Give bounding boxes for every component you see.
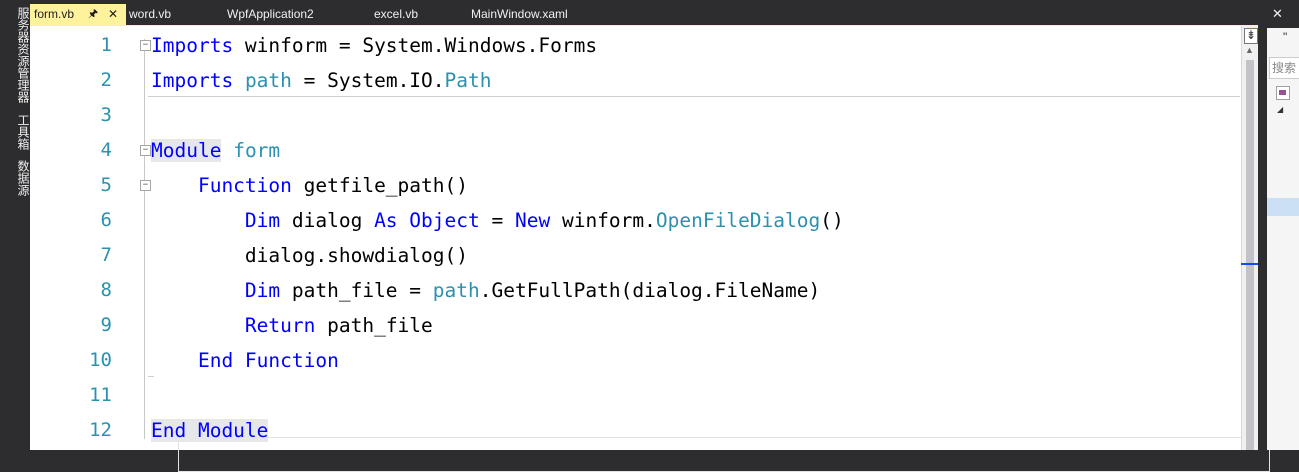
code-token: path [432, 279, 480, 302]
vertical-scrollbar[interactable]: ⇟ ▲ [1241, 26, 1259, 450]
line-number: 3 [100, 104, 112, 126]
line-number: 12 [89, 419, 112, 441]
code-token: Imports [151, 34, 234, 57]
scroll-up-icon[interactable]: ▲ [1245, 45, 1254, 55]
code-token: End Function [151, 349, 339, 372]
code-token: Dim [151, 209, 281, 232]
code-line[interactable]: End Function [151, 343, 339, 378]
scrollbar-thumb[interactable] [1246, 60, 1254, 382]
code-token: dialog [280, 209, 375, 232]
quote-glyph: " [1283, 30, 1288, 44]
collapse-icon[interactable]: − [140, 180, 151, 191]
caret-position-marker [1241, 263, 1258, 265]
line-number: 8 [100, 279, 112, 301]
server-explorer-tab[interactable]: 服务器资源管理器 [0, 4, 30, 106]
code-token: New [514, 209, 551, 232]
toolbox-tab[interactable]: 工具箱 [0, 112, 30, 152]
code-token: form [233, 139, 281, 162]
code-line[interactable]: Imports winform = System.Windows.Forms [151, 28, 597, 63]
code-token: End Module [151, 419, 269, 442]
code-token: getfile_path() [291, 174, 468, 197]
current-line-highlight [178, 437, 1270, 472]
tab-form-vb[interactable]: form.vb 🖈︎ ✕ [30, 4, 126, 25]
code-token: path_file = [280, 279, 433, 302]
tab-wpfapplication2[interactable]: WpfApplication2 [227, 4, 314, 25]
left-tool-strip: 服务器资源管理器 工具箱 数据源 [0, 0, 30, 450]
code-token: winform = System.Windows.Forms [233, 34, 598, 57]
close-icon[interactable]: ✕ [1272, 6, 1283, 22]
code-token: = System.IO. [291, 69, 445, 92]
line-number: 1 [100, 34, 112, 56]
scrollbar-thumb-lower[interactable] [1246, 370, 1254, 450]
code-editor[interactable]: 1 2 3 4 5 6 7 8 9 10 11 12 Imports winform = System… [30, 26, 1270, 472]
code-token: path [244, 69, 292, 92]
code-line[interactable]: End Module [151, 413, 269, 448]
document-tab-strip: form.vb 🖈︎ ✕ word.vb WpfApplication2 exc… [30, 4, 1284, 25]
code-token: winform. [550, 209, 656, 232]
code-token: OpenFileDialog [655, 209, 821, 232]
code-line[interactable]: Dim dialog As Object = New winform.OpenF… [151, 203, 844, 238]
tab-mainwindow-xaml[interactable]: MainWindow.xaml [471, 4, 568, 25]
collapse-icon[interactable]: − [140, 145, 151, 156]
search-input[interactable]: 搜索 [1269, 57, 1299, 79]
code-token: Dim [151, 279, 281, 302]
tab-label: form.vb [34, 7, 75, 21]
code-token: Module [151, 139, 222, 162]
code-line[interactable]: Function getfile_path() [151, 168, 468, 203]
code-token: = [479, 209, 515, 232]
vb-project-icon[interactable] [1276, 86, 1290, 100]
tab-excel-vb[interactable]: excel.vb [374, 4, 418, 25]
code-token: As [374, 209, 398, 232]
code-line[interactable]: dialog.showdialog() [151, 238, 468, 273]
code-line[interactable]: Imports path = System.IO.Path [151, 63, 492, 98]
data-sources-tab[interactable]: 数据源 [0, 158, 30, 198]
code-token: Function [151, 174, 292, 197]
fold-guide-line [144, 39, 145, 439]
line-number: 4 [100, 139, 112, 161]
expand-arrow-icon[interactable]: ◢ [1277, 105, 1283, 114]
close-icon[interactable]: ✕ [108, 4, 118, 25]
code-token: .GetFullPath(dialog.FileName) [479, 279, 821, 302]
line-number: 11 [89, 384, 112, 406]
pin-icon[interactable]: 🖈︎ [88, 4, 98, 25]
code-token: Path [444, 69, 492, 92]
line-number: 9 [100, 314, 112, 336]
line-number: 6 [100, 209, 112, 231]
code-token: () [820, 209, 844, 232]
selected-item-highlight [1267, 198, 1299, 216]
line-number: 10 [89, 349, 112, 371]
line-number: 7 [100, 244, 112, 266]
line-number: 5 [100, 174, 112, 196]
code-token: Imports [151, 69, 234, 92]
line-number: 2 [100, 69, 112, 91]
collapse-icon[interactable]: − [140, 40, 151, 51]
code-token: dialog.showdialog() [151, 244, 468, 267]
code-line[interactable]: Module form [151, 133, 280, 168]
tab-word-vb[interactable]: word.vb [129, 4, 171, 25]
code-line[interactable]: Dim path_file = path.GetFullPath(dialog.… [151, 273, 820, 308]
code-token: path_file [315, 314, 433, 337]
code-token: Return [151, 314, 316, 337]
right-panel-edge [1258, 0, 1267, 450]
code-line[interactable]: Return path_file [151, 308, 433, 343]
code-token: Object [409, 209, 480, 232]
split-window-button[interactable]: ⇟ [1244, 28, 1258, 44]
